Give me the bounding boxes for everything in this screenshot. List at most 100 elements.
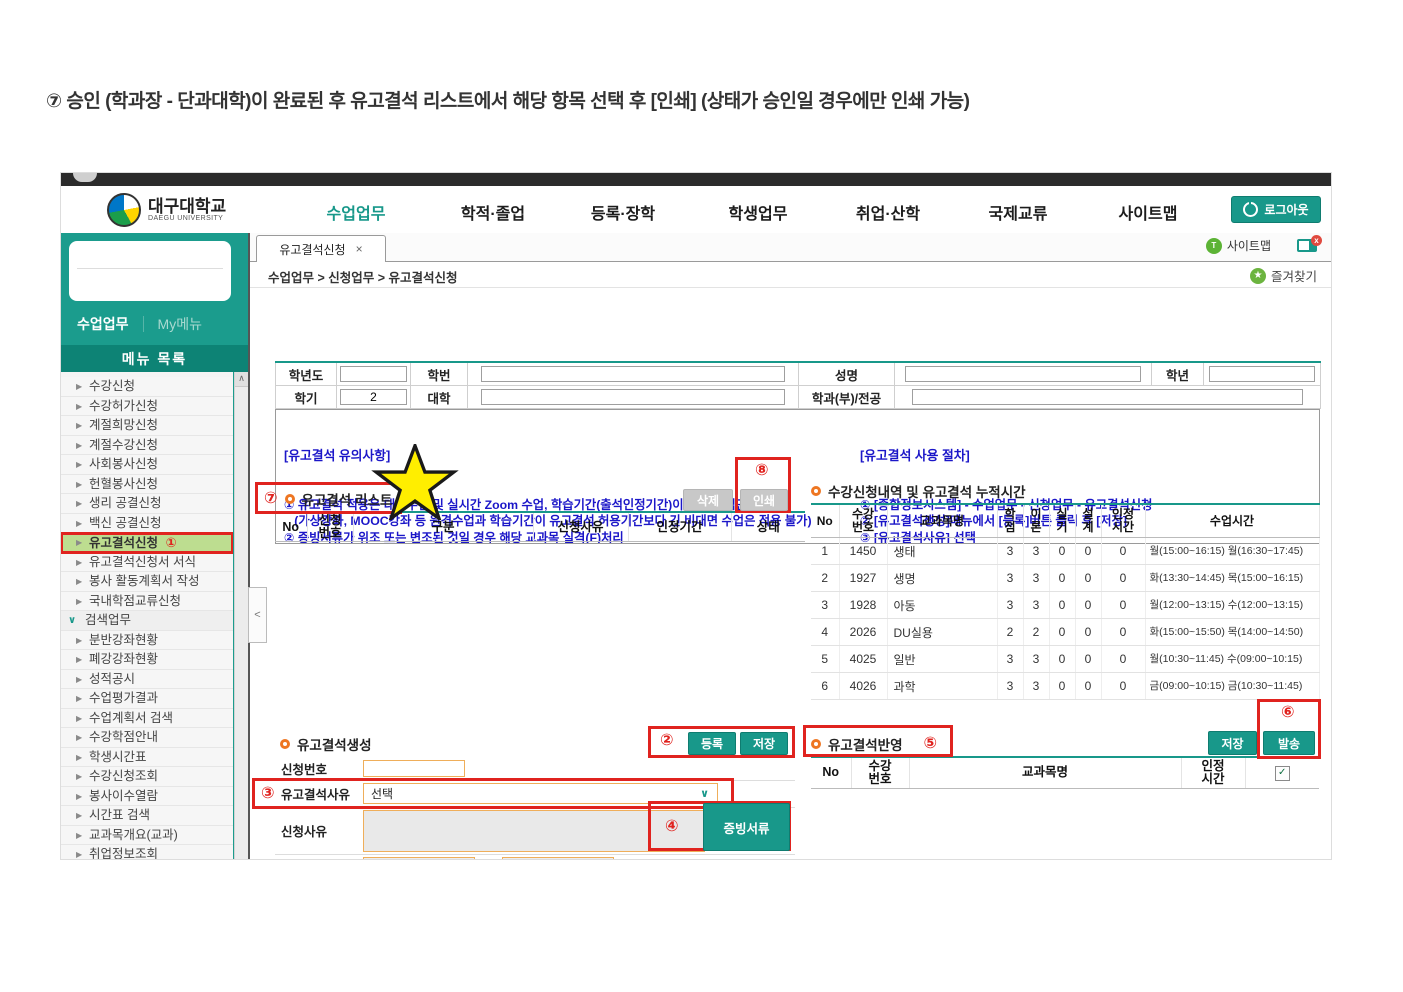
sidebar-collapse-button[interactable]: <: [248, 587, 267, 643]
sidebar-menu-item[interactable]: ▶ 유고결석신청 ①: [61, 533, 233, 553]
sidebar-menu-item[interactable]: ▶ 수업계획서 검색: [61, 709, 233, 729]
nav-item[interactable]: 국제교류: [989, 200, 1048, 224]
delete-button[interactable]: 삭제: [683, 489, 733, 511]
tab-close-icon[interactable]: ×: [356, 242, 363, 256]
period-end-input[interactable]: ▦: [502, 857, 614, 859]
sidebar-menu-item[interactable]: ▶ 수강허가신청: [61, 397, 233, 417]
apply-column-header: 인정 시간: [1181, 757, 1245, 789]
year-input[interactable]: [340, 366, 407, 382]
table-row[interactable]: 11450 생태 33 00 0 월(15:00~16:15) 월(16:30~…: [811, 538, 1319, 565]
enrollment-column-header: 수강 번호: [839, 504, 887, 538]
nav-item[interactable]: 취업·산학: [856, 200, 920, 224]
grade-label: 학년: [1152, 362, 1204, 386]
sidebar-login-panel: [69, 241, 231, 301]
nav-item[interactable]: 사이트맵: [1119, 200, 1178, 224]
menu-arrow-icon: ▶: [76, 650, 82, 670]
page: ⑦ 승인 (학과장 - 단과대학)이 완료된 후 유고결석 리스트에서 해당 항…: [0, 0, 1403, 992]
sidebar-menu-item[interactable]: ▶ 수강신청: [61, 377, 233, 397]
menu-arrow-icon: ▶: [76, 709, 82, 729]
student-id-input[interactable]: [481, 366, 785, 382]
sidebar-menu-item[interactable]: ▶ 유고결석신청서 서식: [61, 553, 233, 573]
enrollment-table: No수강 번호교과목명학 점이 론실 기설 계인정 시간수업시간 11450 생…: [811, 503, 1320, 700]
menu-arrow-icon: ▶: [76, 572, 82, 592]
table-row[interactable]: 21927 생명 33 00 0 화(13:30~14:45) 목(15:00~…: [811, 565, 1319, 592]
sidebar-menu-item[interactable]: ▶ 헌혈봉사신청: [61, 475, 233, 495]
close-all-tabs-icon[interactable]: x: [1297, 239, 1317, 252]
menu-arrow-icon: ▶: [76, 553, 82, 573]
sidebar-menu-item[interactable]: ▶ 교과목개요(교과): [61, 826, 233, 846]
sidebar-menu-item[interactable]: ▶ 학생시간표: [61, 748, 233, 768]
semester-input[interactable]: [340, 389, 407, 405]
sidebar-menu-item[interactable]: ▶ 계절수강신청: [61, 436, 233, 456]
university-logo[interactable]: 대구대학교 DAEGU UNIVERSITY: [107, 193, 226, 227]
sidebar-menu-item[interactable]: ▶ 봉사이수열람: [61, 787, 233, 807]
annotation-badge-6: ⑥: [1281, 705, 1295, 721]
nav-item[interactable]: 등록·장학: [591, 200, 655, 224]
sidebar: 수업업무 My메뉴 메뉴 목록 ▶ 수강신청 ▶ 수강허가신청: [61, 233, 250, 859]
sidebar-menu-item[interactable]: ▶ 사회봉사신청: [61, 455, 233, 475]
sidebar-menu-item[interactable]: ▶ 취업정보조회: [61, 845, 233, 859]
table-row[interactable]: 31928 아동 33 00 0 월(12:00~13:15) 수(12:00~…: [811, 592, 1319, 619]
menu-arrow-icon: ▶: [76, 514, 82, 534]
sidebar-menu-item[interactable]: ▶ 분반강좌현황: [61, 631, 233, 651]
nav-item[interactable]: 수업업무: [327, 200, 386, 224]
absence-list-table: No신청 번호구분신청사유인정기간상태: [275, 511, 805, 542]
request-no-label: 신청번호: [275, 759, 363, 778]
sidebar-menu-item[interactable]: ▶ 국내학점교류신청: [61, 592, 233, 612]
sidebar-menu-item[interactable]: ▶ 봉사 활동계획서 작성: [61, 572, 233, 592]
breadcrumb-row: 수업업무 > 신청업무 > 유고결석신청 ★ 즐겨찾기: [250, 261, 1331, 288]
grade-input[interactable]: [1209, 366, 1316, 382]
star-annotation: [370, 444, 460, 520]
send-button[interactable]: 발송: [1263, 731, 1315, 755]
browser-top-bar: [61, 173, 1331, 186]
menu-arrow-icon: ▶: [76, 377, 82, 397]
college-input[interactable]: [481, 389, 785, 405]
save-create-button[interactable]: 저장: [740, 732, 788, 755]
sidebar-menu-item[interactable]: ▶ 수강신청조회: [61, 767, 233, 787]
sidebar-menu-item[interactable]: ▶ 생리 공결신청: [61, 494, 233, 514]
notice-procedure-title: [유고결석 사용 절차]: [860, 447, 1312, 464]
sidebar-tab-mymenu[interactable]: My메뉴: [158, 314, 202, 334]
sidebar-menu-item[interactable]: ▶ 수강학점안내: [61, 728, 233, 748]
sitemap-link[interactable]: T 사이트맵: [1206, 237, 1271, 254]
table-row[interactable]: 54025 일반 33 00 0 월(10:30~11:45) 수(09:00~…: [811, 646, 1319, 673]
sidebar-menu-item[interactable]: ▶ 계절희망신청: [61, 416, 233, 436]
period-start-input[interactable]: ▦: [363, 857, 475, 859]
section-bullet-icon: [811, 486, 821, 496]
main-content: 유고결석신청 × T 사이트맵 x 수업업무 > 신청업무 > 유고결석신청 ★: [250, 233, 1331, 859]
nav-item[interactable]: 학적·졸업: [461, 200, 525, 224]
sidebar-scrollbar[interactable]: ∧: [234, 372, 248, 859]
tab-absence-request[interactable]: 유고결석신청 ×: [256, 235, 386, 262]
print-button[interactable]: 인쇄: [740, 489, 788, 511]
favorite-button[interactable]: ★ 즐겨찾기: [1250, 266, 1317, 285]
sidebar-menu-item[interactable]: ▶ 폐강강좌현황: [61, 650, 233, 670]
scroll-up-icon[interactable]: ∧: [235, 372, 248, 387]
nav-item[interactable]: 학생업무: [729, 200, 788, 224]
sidebar-menu-item[interactable]: ▶ 시간표 검색: [61, 806, 233, 826]
create-absence-title: 유고결석생성: [280, 734, 372, 754]
major-input[interactable]: [912, 389, 1303, 405]
table-row[interactable]: 42026 DU실용 22 00 0 화(15:00~15:50) 목(14:0…: [811, 619, 1319, 646]
enrollment-column-header: 이 론: [1023, 504, 1049, 538]
menu-arrow-icon: ▶: [76, 494, 82, 514]
sidebar-menu-item[interactable]: ∨ 검색업무: [61, 611, 233, 631]
sidebar-menu-item[interactable]: ▶ 성적공시: [61, 670, 233, 690]
table-row[interactable]: 64026 과학 33 00 0 금(09:00~10:15) 금(10:30~…: [811, 673, 1319, 700]
breadcrumb: 수업업무 > 신청업무 > 유고결석신청: [268, 267, 458, 286]
sidebar-menu-item[interactable]: ▶ 수업평가결과: [61, 689, 233, 709]
list-column-header: 신청사유: [533, 512, 628, 542]
menu-list-header: 메뉴 목록: [61, 345, 248, 372]
evidence-button[interactable]: 증빙서류: [703, 803, 790, 851]
sidebar-menu-item[interactable]: ▶ 백신 공결신청: [61, 514, 233, 534]
enrollment-column-header: 설 계: [1075, 504, 1101, 538]
menu-arrow-icon: ▶: [76, 533, 82, 553]
logout-button[interactable]: 로그아웃: [1231, 196, 1321, 223]
portal-window: 대구대학교 DAEGU UNIVERSITY 수업업무 학적·졸업 등록·장학 학생업…: [60, 172, 1332, 860]
name-input[interactable]: [905, 366, 1141, 382]
enrollment-column-header: 학 점: [997, 504, 1023, 538]
register-button[interactable]: 등록: [688, 732, 736, 755]
sidebar-tab-work[interactable]: 수업업무: [77, 314, 129, 334]
request-no-input[interactable]: [363, 760, 465, 777]
select-all-checkbox[interactable]: ✓: [1275, 766, 1290, 781]
save-apply-button[interactable]: 저장: [1208, 731, 1257, 755]
